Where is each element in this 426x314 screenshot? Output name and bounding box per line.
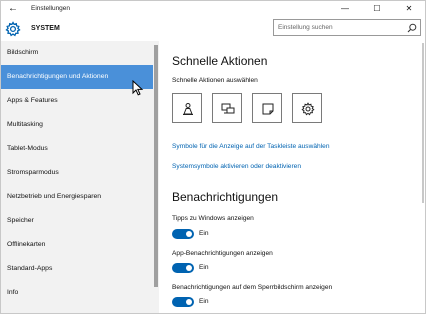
arrow-left-icon: ← [8,3,18,14]
quick-action-tile-1[interactable] [172,93,202,123]
sidebar-item-offlinekarten[interactable]: Offlinekarten [1,233,153,257]
toggle-lockscreen[interactable] [172,297,194,307]
toggle-label-app-notifications: App-Benachrichtigungen anzeigen [172,250,273,257]
main-scrollbar-thumb[interactable] [422,43,424,203]
search-icon[interactable] [407,23,417,33]
toggle-state-app-notifications: Ein [199,264,209,271]
taskbar-icons-link[interactable]: Symbole für die Anzeige auf der Taskleis… [172,142,330,152]
main-content: Schnelle Aktionen Schnelle Aktionen ausw… [159,41,425,313]
sidebar-item-speicher[interactable]: Speicher [1,209,153,233]
maximize-button[interactable]: ☐ [361,1,393,17]
sidebar-item-bildschirm[interactable]: Bildschirm [1,41,153,65]
sidebar-item-standard-apps[interactable]: Standard-Apps [1,257,153,281]
system-icons-link[interactable]: Systemsymbole aktivieren oder deaktivier… [172,162,301,172]
quick-action-tile-2[interactable] [212,93,242,123]
maximize-icon: ☐ [373,4,381,13]
minimize-icon: — [341,4,349,13]
quick-action-tile-3[interactable] [252,93,282,123]
quick-action-tile-4[interactable] [292,93,322,123]
settings-gear-icon [301,102,315,116]
sidebar-item-tablet-modus[interactable]: Tablet-Modus [1,137,153,161]
toggle-label-lockscreen: Benachrichtigungen auf dem Sperrbildschi… [172,284,333,291]
settings-header: SYSTEM [1,17,425,41]
quick-actions-heading: Schnelle Aktionen [172,54,268,68]
toggle-knob [186,231,192,237]
settings-window: ← Einstellungen — ☐ ✕ SYSTEM Einstellung… [0,0,426,314]
minimize-button[interactable]: — [329,1,361,17]
toggle-knob [186,299,192,305]
sidebar-item-netzbetrieb[interactable]: Netzbetrieb und Energiesparen [1,185,153,209]
title-bar: ← Einstellungen — ☐ ✕ [1,1,425,17]
back-button[interactable]: ← [5,1,21,17]
toggle-knob [186,265,192,271]
sidebar-item-info[interactable]: Info [1,281,153,305]
page-title: SYSTEM [31,25,60,32]
sidebar-item-apps-features[interactable]: Apps & Features [1,89,153,113]
close-icon: ✕ [405,4,413,13]
mouse-cursor-icon [132,80,144,96]
notifications-heading: Benachrichtigungen [172,190,279,204]
search-input[interactable] [278,21,404,34]
search-box[interactable] [273,19,421,36]
toggle-tips[interactable] [172,229,194,239]
window-title: Einstellungen [31,5,71,12]
gear-icon [5,21,21,37]
toggle-app-notifications[interactable] [172,263,194,273]
toggle-label-tips: Tipps zu Windows anzeigen [172,215,254,222]
close-button[interactable]: ✕ [393,1,425,17]
sidebar-item-benachrichtigungen[interactable]: Benachrichtigungen und Aktionen [1,65,153,89]
toggle-state-tips: Ein [199,230,209,237]
project-screen-icon [221,103,235,114]
quick-actions-select-label: Schnelle Aktionen auswählen [172,77,258,84]
sidebar-item-multitasking[interactable]: Multitasking [1,113,153,137]
sidebar-scrollbar-thumb[interactable] [154,45,158,287]
toggle-state-lockscreen: Ein [199,298,209,305]
sidebar-item-stromsparmodus[interactable]: Stromsparmodus [1,161,153,185]
note-icon [262,103,274,115]
person-icon [183,103,193,115]
